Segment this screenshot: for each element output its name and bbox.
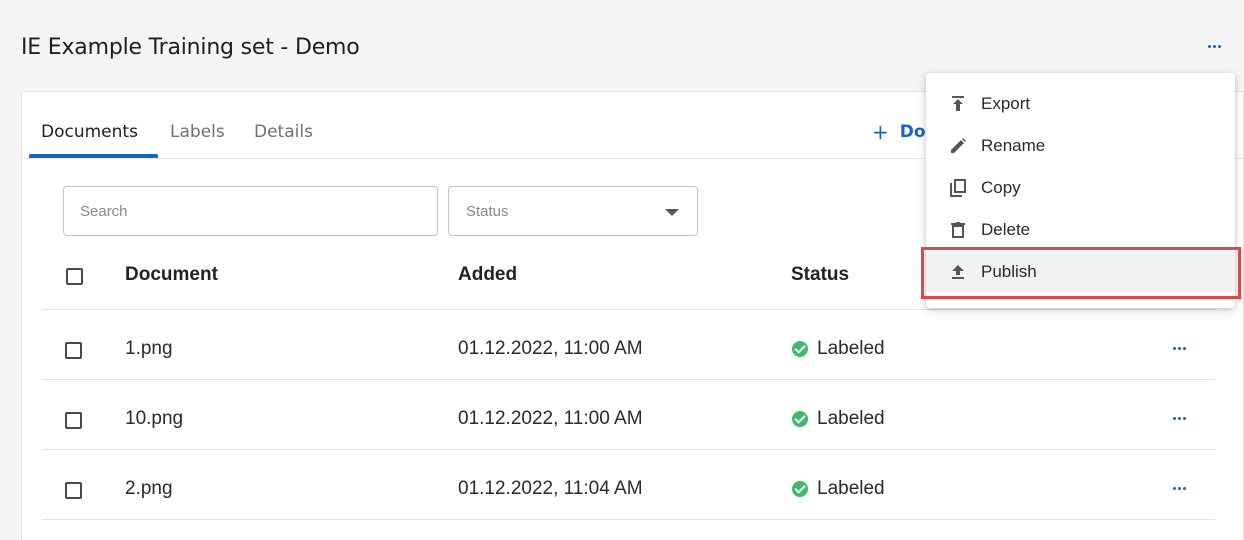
menu-item-rename[interactable]: Rename [926,126,1235,166]
column-header-status[interactable]: Status [791,264,849,286]
export-icon [949,95,967,113]
added-date: 01.12.2022, 11:00 AM [458,338,643,359]
status-filter-placeholder: Status [466,203,509,220]
row-checkbox[interactable] [65,482,82,499]
tab-details[interactable]: Details [254,122,313,142]
copy-icon [949,179,967,197]
column-header-document[interactable]: Document [125,264,218,286]
row-more-button[interactable] [1168,341,1190,355]
plus-icon: + [872,120,889,144]
pencil-icon [949,137,967,155]
menu-item-label: Delete [981,220,1031,239]
check-circle-icon [792,481,808,497]
status-label: Labeled [817,338,885,359]
tab-labels[interactable]: Labels [170,122,225,142]
more-options-menu: Export Rename Copy Delete Publish [926,73,1235,308]
active-tab-indicator [29,154,158,158]
table-divider [42,449,1215,450]
menu-item-publish[interactable]: Publish [926,252,1235,292]
column-header-added[interactable]: Added [458,264,517,286]
more-horizontal-icon [1172,486,1186,490]
document-name[interactable]: 2.png [125,478,173,500]
publish-icon [949,263,967,281]
table-divider [42,309,1215,310]
menu-item-label: Rename [981,136,1046,155]
added-date: 01.12.2022, 11:04 AM [458,478,643,499]
status-filter-select[interactable]: Status [448,186,698,236]
more-horizontal-icon [1172,346,1186,350]
search-input[interactable] [63,186,438,236]
menu-item-export[interactable]: Export [926,84,1235,124]
status-cell: Labeled [792,478,885,500]
added-date: 01.12.2022, 11:00 AM [458,408,643,429]
more-horizontal-icon [1207,44,1221,48]
status-cell: Labeled [792,408,885,430]
more-options-button[interactable] [1203,38,1225,54]
row-more-button[interactable] [1168,481,1190,495]
chevron-down-icon [665,209,679,216]
status-label: Labeled [817,478,885,499]
trash-icon [949,221,967,239]
more-horizontal-icon [1172,416,1186,420]
menu-item-label: Export [981,94,1031,113]
status-label: Labeled [817,408,885,429]
menu-item-label: Copy [981,178,1021,197]
menu-item-delete[interactable]: Delete [926,210,1235,250]
page-title: IE Example Training set - Demo [21,35,360,60]
table-divider [42,379,1215,380]
tab-documents[interactable]: Documents [41,122,138,142]
check-circle-icon [792,341,808,357]
row-checkbox[interactable] [65,412,82,429]
select-all-checkbox[interactable] [66,268,83,285]
row-checkbox[interactable] [65,342,82,359]
row-more-button[interactable] [1168,411,1190,425]
check-circle-icon [792,411,808,427]
menu-item-copy[interactable]: Copy [926,168,1235,208]
document-name[interactable]: 10.png [125,408,183,430]
document-name[interactable]: 1.png [125,338,173,360]
status-cell: Labeled [792,338,885,360]
table-divider [42,519,1215,520]
menu-item-label: Publish [981,262,1037,281]
